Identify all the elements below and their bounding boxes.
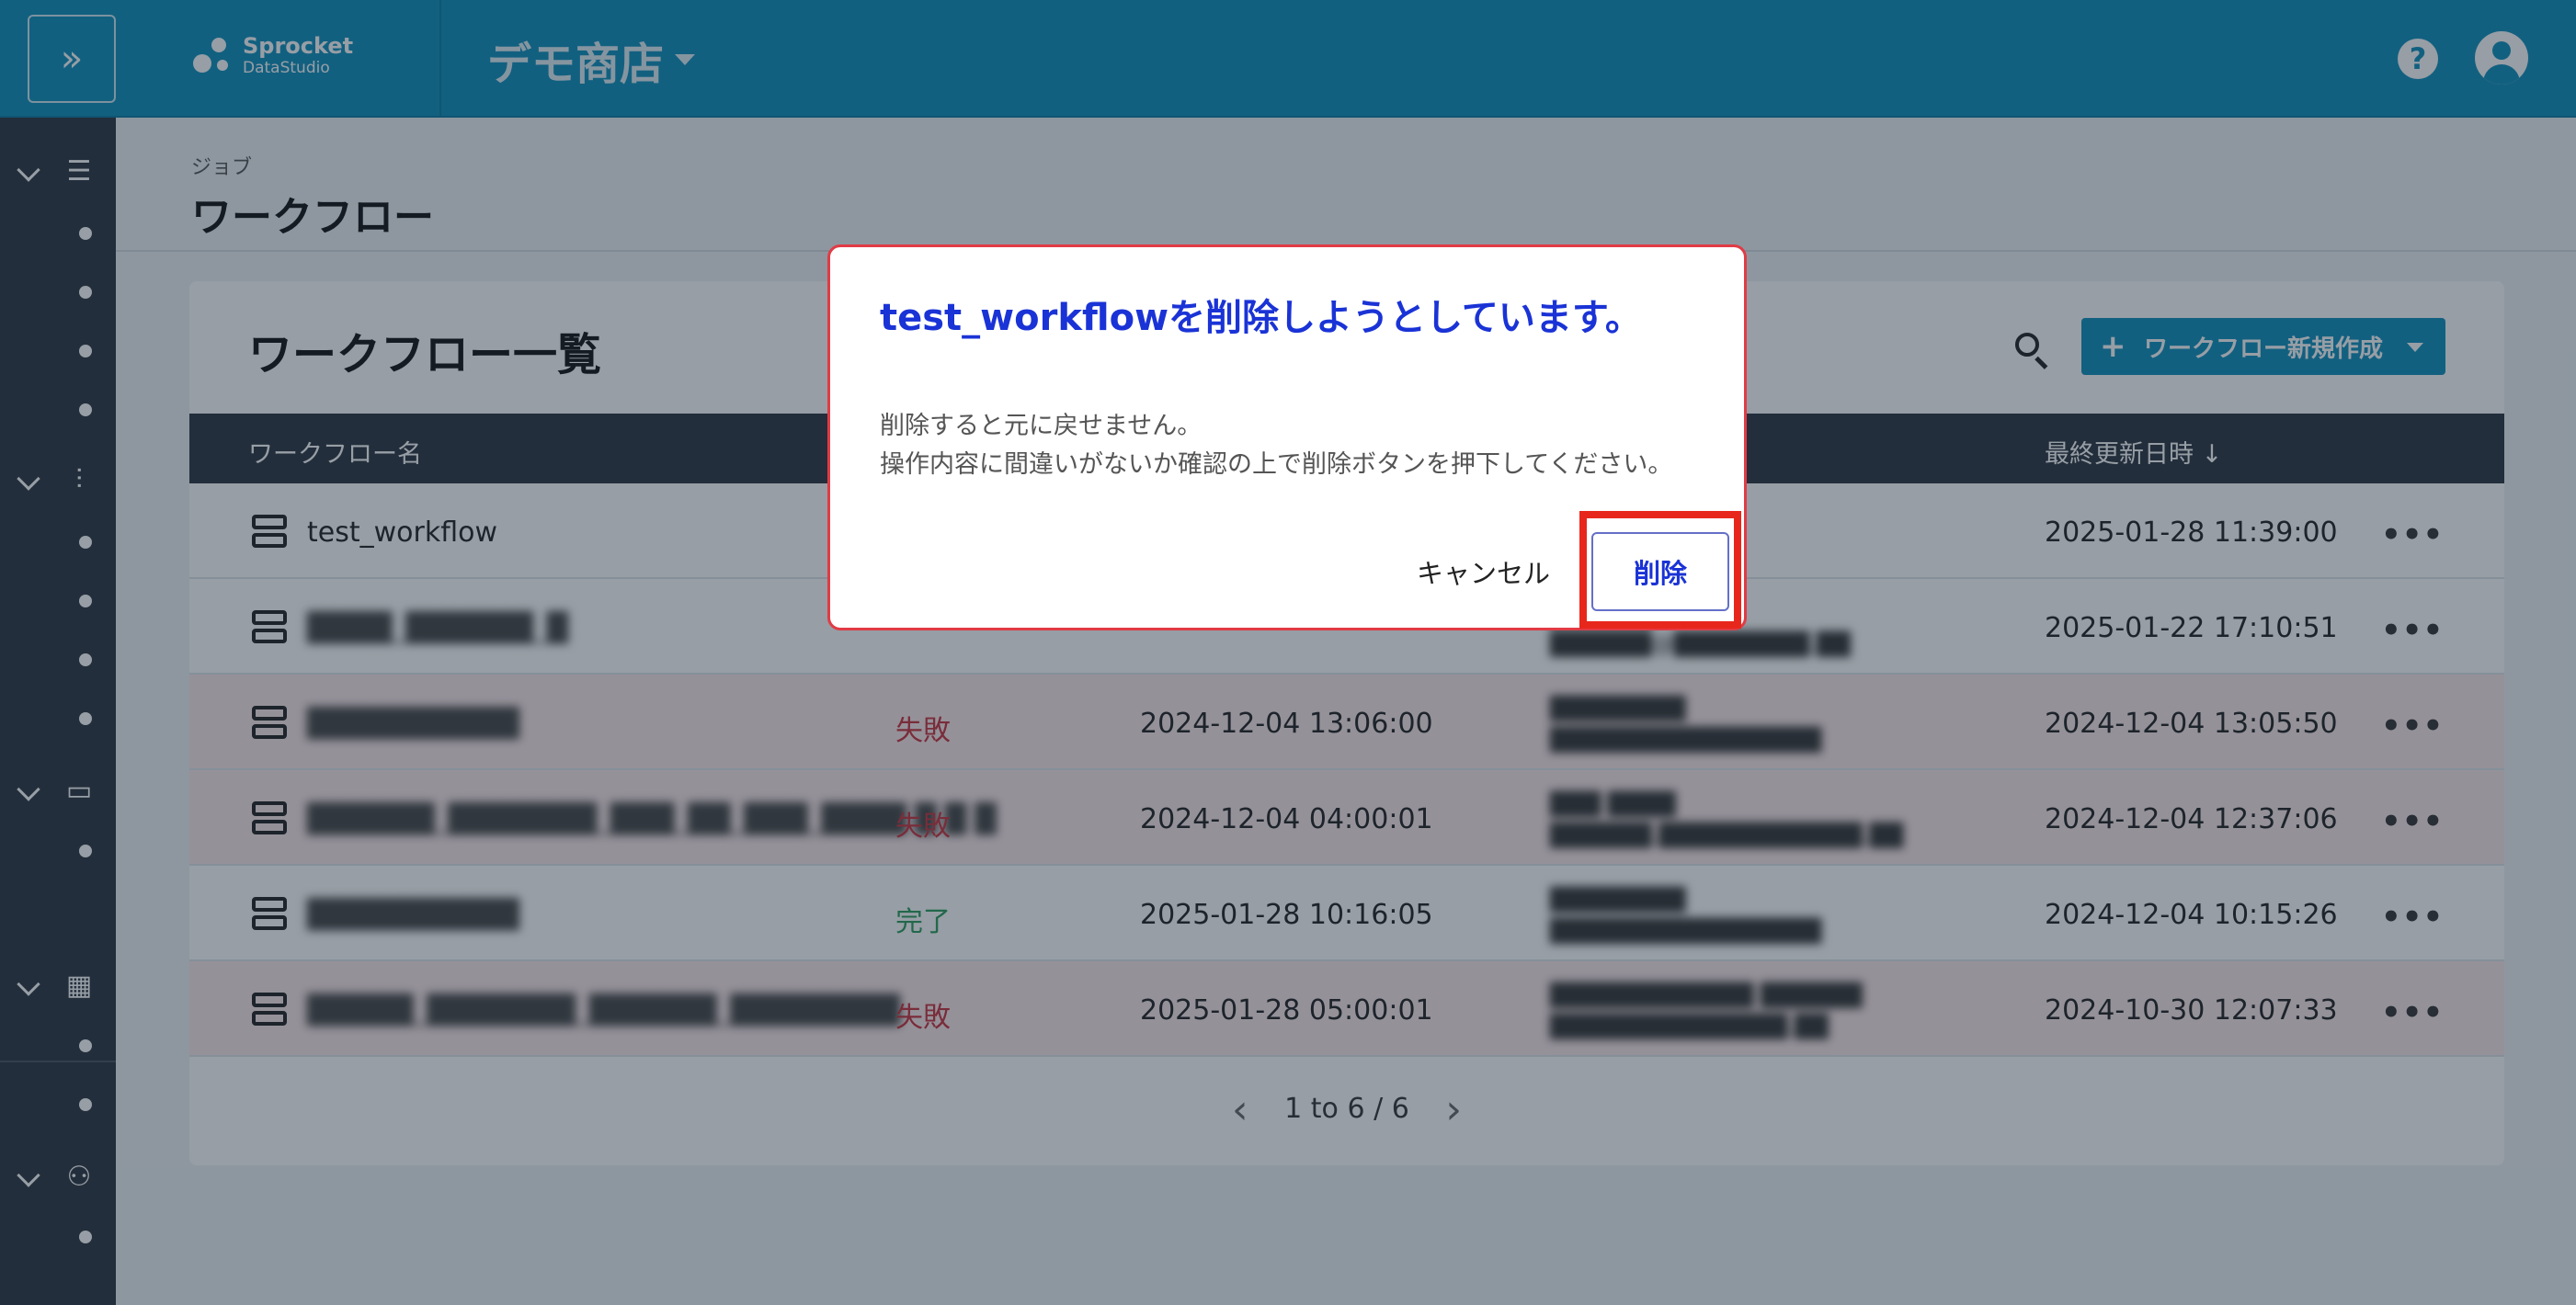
modal-backdrop[interactable] [0,0,2576,1305]
dialog-body-line: 削除すると元に戻せません。 [880,412,1203,440]
delete-button[interactable]: 削除 [1591,532,1729,611]
dialog-body: 削除すると元に戻せません。 操作内容に間違いがないか確認の上で削除ボタンを押下し… [880,407,1672,484]
dialog-body-line: 操作内容に間違いがないか確認の上で削除ボタンを押下してください。 [880,450,1673,479]
dialog-title: test_workflowを削除しようとしています。 [880,297,1642,339]
cancel-button[interactable]: キャンセル [1417,552,1550,591]
